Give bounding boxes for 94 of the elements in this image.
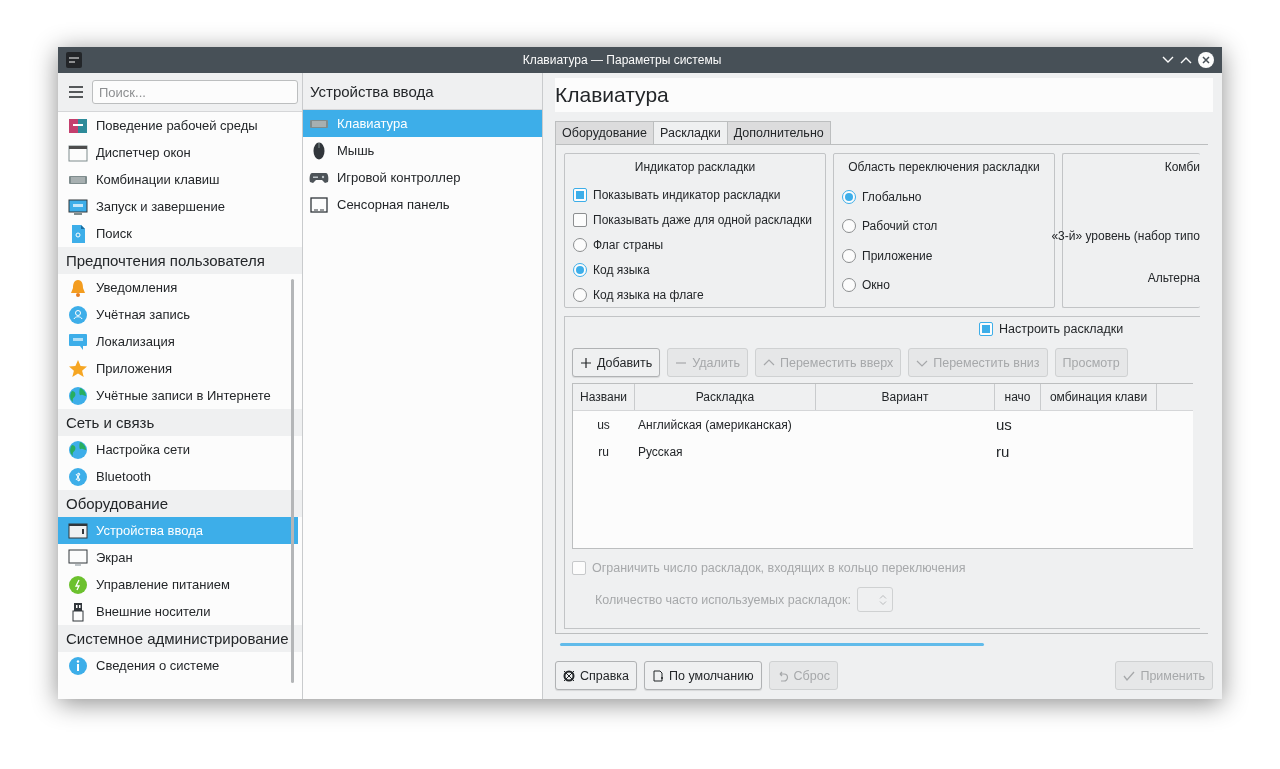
globe-icon — [68, 385, 88, 406]
column-header[interactable]: Раскладка — [635, 384, 816, 410]
sidebar-item[interactable]: Локализация — [58, 328, 298, 355]
category-header: Системное администрирование — [58, 625, 302, 652]
checkbox[interactable] — [573, 212, 587, 227]
sidebar-item[interactable]: Поведение рабочей среды — [58, 112, 298, 139]
radio-button[interactable] — [842, 248, 856, 263]
group-title: Комби — [1164, 160, 1200, 174]
option-label: Приложение — [862, 248, 933, 263]
option-label: Ограничить число раскладок, входящих в кольцо переключения — [592, 561, 966, 575]
spin-box[interactable] — [856, 587, 893, 612]
table-cell-text: ru — [995, 443, 1011, 460]
app-icon — [66, 52, 82, 68]
radio-button[interactable] — [842, 219, 856, 234]
window-title: Клавиатура — Параметры системы — [521, 53, 723, 67]
radio-button[interactable] — [842, 189, 856, 204]
radio-button[interactable] — [573, 262, 587, 277]
category-header: Оборудование — [58, 490, 302, 517]
option-label: Альтерна — [1147, 271, 1200, 285]
radio-button[interactable] — [573, 237, 587, 252]
document-icon — [652, 669, 665, 682]
sidebar-item[interactable]: Настройка сети — [58, 436, 298, 463]
sidebar-item[interactable]: Диспетчер окон — [58, 139, 298, 166]
bluetooth-icon — [68, 466, 88, 487]
touchpad-icon — [309, 194, 329, 215]
menu-icon — [68, 84, 84, 100]
plus-icon — [580, 356, 592, 369]
option-label: Код языка — [593, 262, 650, 277]
sidebar-item[interactable]: Внешние носители — [58, 598, 298, 625]
sidebar-item[interactable]: Учётные записи в Интернете — [58, 382, 298, 409]
scrollbar[interactable] — [291, 279, 294, 683]
option-label: Глобально — [862, 189, 922, 204]
table-cell-text: ru — [597, 444, 610, 459]
column-header[interactable]: Вариант — [816, 384, 995, 410]
monitor-icon — [68, 547, 88, 568]
subcategory-item[interactable]: Мышь — [303, 137, 542, 164]
column-header[interactable]: начо — [995, 384, 1041, 410]
chat-bubble-icon — [68, 331, 88, 352]
tab[interactable]: Дополнительно — [726, 121, 831, 144]
sidebar-item[interactable]: Приложения — [58, 355, 298, 382]
sidebar-item[interactable]: Bluetooth — [58, 463, 298, 490]
option-label: Настроить раскладки — [999, 322, 1124, 336]
search-field[interactable]: Поиск... — [92, 80, 298, 104]
sidebar-item[interactable]: Управление питанием — [58, 571, 298, 598]
subcategory-item[interactable]: Сенсорная панель — [303, 191, 542, 218]
window-icon — [68, 142, 88, 163]
sidebar-item[interactable]: Экран — [58, 544, 298, 571]
star-icon — [68, 358, 88, 379]
user-icon — [68, 304, 88, 325]
table-cell-text: Русская — [637, 444, 684, 459]
group-title: Индикатор раскладки — [633, 159, 757, 176]
subcategory-item[interactable]: Игровой контроллер — [303, 164, 542, 191]
sidebar-item[interactable]: Запуск и завершение — [58, 193, 298, 220]
info-icon — [68, 655, 88, 676]
globe-icon — [68, 439, 88, 460]
option-label: «3-й» уровень (набор типо — [1051, 229, 1200, 243]
dialog-button[interactable]: По умолчанию — [644, 661, 762, 690]
option-label: Показывать даже для одной раскладки — [593, 212, 812, 227]
group-title: Область переключения раскладки — [847, 159, 1041, 176]
scrollbar[interactable] — [560, 643, 984, 646]
checkmark-icon — [1123, 669, 1136, 682]
list-title: Устройства ввода — [303, 73, 542, 110]
sidebar-item[interactable]: Комбинации клавиш — [58, 166, 298, 193]
radio-button[interactable] — [842, 278, 856, 293]
option-label: Рабочий стол — [862, 219, 938, 234]
checkbox[interactable] — [979, 322, 993, 336]
monitor-icon — [68, 196, 88, 217]
option-label: Код языка на флаге — [593, 287, 704, 302]
radio-button[interactable] — [573, 287, 587, 302]
column-header[interactable]: Названи — [573, 384, 635, 410]
option-label: Флаг страны — [593, 237, 664, 252]
close-icon — [1198, 52, 1214, 68]
table-cell-text: us — [596, 417, 611, 432]
table-cell-text: Английская (американская) — [637, 417, 793, 432]
lifebuoy-icon — [563, 669, 575, 682]
table-cell-text: us — [995, 416, 1013, 433]
checkbox[interactable] — [573, 187, 587, 202]
sidebar-item[interactable]: Поиск — [58, 220, 298, 247]
tab[interactable]: Оборудование — [555, 121, 655, 144]
column-header[interactable]: омбинация клави — [1041, 384, 1157, 410]
page-title: Клавиатура — [555, 83, 669, 107]
toolbar-button[interactable]: Добавить — [572, 348, 661, 377]
sidebar-item[interactable]: Учётная запись — [58, 301, 298, 328]
sidebar-item[interactable]: Сведения о системе — [58, 652, 298, 679]
option-label: Показывать индикатор раскладки — [593, 187, 781, 202]
bell-icon — [68, 277, 88, 298]
category-header: Предпочтения пользователя — [58, 247, 302, 274]
dialog-button[interactable]: Справка — [555, 661, 638, 690]
input-device-icon — [68, 520, 88, 541]
power-icon — [68, 574, 88, 595]
option-label: Окно — [862, 278, 890, 293]
field-label: Количество часто используемых раскладок: — [595, 592, 851, 607]
category-header: Сеть и связь — [58, 409, 302, 436]
sidebar-item[interactable]: Уведомления — [58, 274, 298, 301]
